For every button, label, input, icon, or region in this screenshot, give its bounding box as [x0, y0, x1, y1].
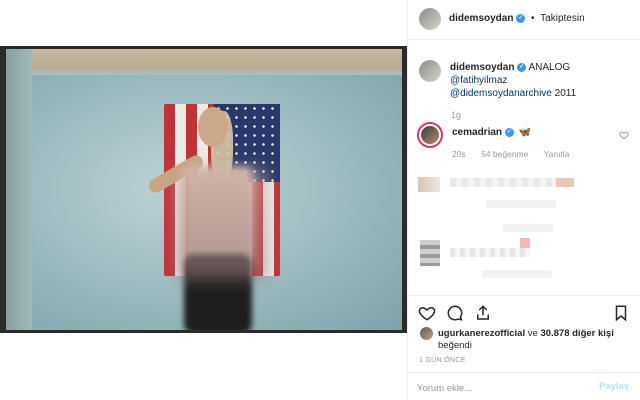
- post-header: didemsoydan ✓ • Takiptesin: [408, 0, 640, 40]
- comment-likes[interactable]: 54 beğenme: [481, 149, 528, 159]
- verified-icon: ✓: [517, 62, 527, 72]
- post-sidebar: didemsoydan ✓ • Takiptesin didemsoydan ✓…: [407, 0, 640, 400]
- share-icon[interactable]: [474, 304, 492, 322]
- comment-input[interactable]: [417, 381, 587, 395]
- caption-mention-link[interactable]: @fatihyilmaz: [450, 75, 507, 86]
- blurred-comment-text: [503, 224, 553, 232]
- caption-year: 2011: [554, 88, 577, 99]
- likes-count[interactable]: 30.878 diğer kişi: [540, 328, 613, 339]
- blurred-comment-avatar: [418, 177, 440, 192]
- caption-text: didemsoydan ✓ ANALOG @fatihyilmaz @didem…: [450, 61, 576, 100]
- caption-mention-link[interactable]: @didemsoydanarchive: [450, 88, 552, 99]
- verified-icon: ✓: [516, 13, 526, 23]
- blurred-comment-avatar: [420, 240, 440, 266]
- comment-time[interactable]: 20s: [452, 149, 466, 159]
- post-photo[interactable]: [6, 49, 402, 330]
- liker-username[interactable]: ugurkanerezofficial: [438, 328, 525, 339]
- verified-icon: ✓: [504, 127, 514, 137]
- comment-like-heart-icon[interactable]: [619, 130, 629, 140]
- post-actions: [408, 295, 640, 325]
- comment-item: cemadrian ✓ 🦋 20s 54 beğenme Yanıtla: [417, 122, 637, 162]
- comment-text: 🦋: [518, 127, 532, 138]
- comment-author-username[interactable]: cemadrian: [452, 127, 502, 138]
- header-row: didemsoydan ✓ • Takiptesin: [449, 13, 585, 24]
- post-photo-pane: [0, 46, 407, 333]
- photo-wall-left: [6, 49, 32, 330]
- comment-author-avatar: [421, 126, 439, 144]
- author-username[interactable]: didemsoydan: [449, 13, 513, 24]
- comment-bubble-icon[interactable]: [446, 304, 464, 322]
- caption-prefix: ANALOG: [528, 62, 571, 73]
- photo-censor-blur: [176, 169, 266, 279]
- caption-time: 1g: [451, 110, 462, 120]
- blurred-comment-text: [482, 270, 552, 278]
- liker-avatar[interactable]: [420, 327, 433, 340]
- blurred-comment-text: [556, 178, 574, 187]
- likes-connector: ve: [527, 328, 538, 339]
- blurred-comment-text: [520, 238, 530, 248]
- author-avatar[interactable]: [419, 8, 441, 30]
- comment-meta: 20s 54 beğenme Yanıtla: [452, 149, 582, 159]
- comment-composer: Paylaş: [407, 372, 640, 400]
- separator-dot: •: [531, 13, 535, 24]
- photo-figure-head: [198, 107, 228, 147]
- story-ring[interactable]: [417, 122, 443, 148]
- blurred-comment-text: [450, 178, 570, 187]
- like-heart-icon[interactable]: [418, 304, 436, 322]
- blurred-comment-text: [486, 200, 556, 208]
- likes-suffix: beğendi: [438, 340, 472, 351]
- bookmark-icon[interactable]: [612, 304, 630, 322]
- caption-author-avatar[interactable]: [419, 60, 441, 82]
- comment-line: cemadrian ✓ 🦋: [452, 127, 531, 138]
- post-comment-button[interactable]: Paylaş: [599, 381, 629, 392]
- follow-status[interactable]: Takiptesin: [540, 13, 584, 24]
- caption-author-username[interactable]: didemsoydan: [450, 62, 514, 73]
- reply-button[interactable]: Yanıtla: [544, 149, 570, 159]
- blurred-comment-text: [450, 248, 530, 257]
- post-time-ago[interactable]: 1 GÜN ÖNCE: [419, 357, 466, 364]
- photo-wall-top: [6, 49, 402, 75]
